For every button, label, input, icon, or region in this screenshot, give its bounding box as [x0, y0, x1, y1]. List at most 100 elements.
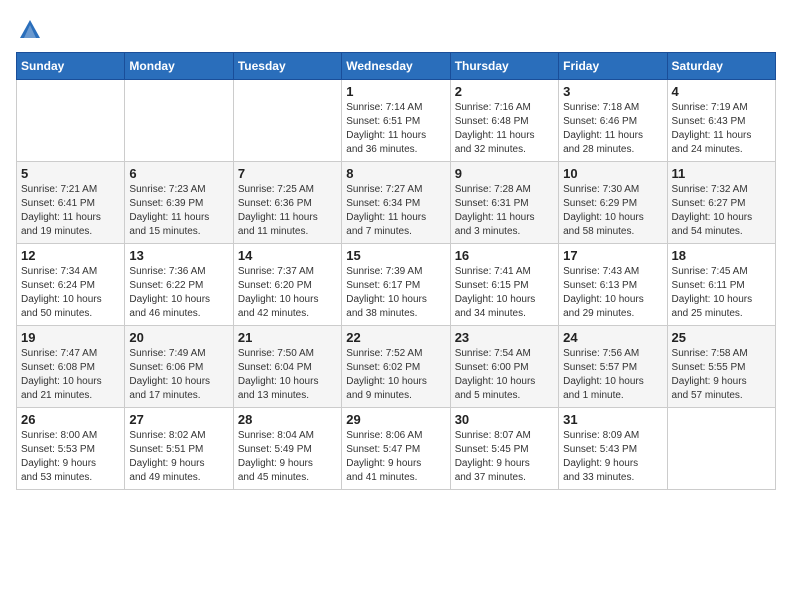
calendar-cell: 6 Sunrise: 7:23 AM Sunset: 6:39 PM Daylig… [125, 162, 233, 244]
day-info: Sunrise: 7:18 AM Sunset: 6:46 PM Dayligh… [563, 101, 662, 157]
calendar-cell: 17 Sunrise: 7:43 AM Sunset: 6:13 PM Dayli… [559, 244, 667, 326]
calendar-cell: 11 Sunrise: 7:32 AM Sunset: 6:27 PM Dayli… [667, 162, 775, 244]
calendar-cell: 5 Sunrise: 7:21 AM Sunset: 6:41 PM Daylig… [17, 162, 125, 244]
calendar-cell: 27 Sunrise: 8:02 AM Sunset: 5:51 PM Dayli… [125, 408, 233, 490]
calendar-cell: 30 Sunrise: 8:07 AM Sunset: 5:45 PM Dayli… [450, 408, 558, 490]
day-number: 1 [346, 84, 445, 99]
calendar-cell: 25 Sunrise: 7:58 AM Sunset: 5:55 PM Dayli… [667, 326, 775, 408]
calendar-cell: 20 Sunrise: 7:49 AM Sunset: 6:06 PM Dayli… [125, 326, 233, 408]
calendar-cell [17, 80, 125, 162]
day-number: 17 [563, 248, 662, 263]
day-number: 27 [129, 412, 228, 427]
logo-icon [16, 16, 44, 44]
day-info: Sunrise: 7:50 AM Sunset: 6:04 PM Dayligh… [238, 347, 337, 403]
day-info: Sunrise: 7:23 AM Sunset: 6:39 PM Dayligh… [129, 183, 228, 239]
day-info: Sunrise: 8:00 AM Sunset: 5:53 PM Dayligh… [21, 429, 120, 485]
day-number: 2 [455, 84, 554, 99]
calendar-cell: 16Sunrise: 7:41 AM Sunset: 6:15 PM Dayli… [450, 244, 558, 326]
day-info: Sunrise: 7:14 AM Sunset: 6:51 PM Dayligh… [346, 101, 445, 157]
calendar-cell: 31Sunrise: 8:09 AM Sunset: 5:43 PM Dayli… [559, 408, 667, 490]
day-info: Sunrise: 7:28 AM Sunset: 6:31 PM Dayligh… [455, 183, 554, 239]
calendar-cell: 4 Sunrise: 7:19 AM Sunset: 6:43 PM Daylig… [667, 80, 775, 162]
column-header-monday: Monday [125, 53, 233, 80]
calendar-cell: 2 Sunrise: 7:16 AM Sunset: 6:48 PM Daylig… [450, 80, 558, 162]
calendar-cell: 7 Sunrise: 7:25 AM Sunset: 6:36 PM Daylig… [233, 162, 341, 244]
calendar-cell: 10 Sunrise: 7:30 AM Sunset: 6:29 PM Dayli… [559, 162, 667, 244]
day-info: Sunrise: 7:39 AM Sunset: 6:17 PM Dayligh… [346, 265, 445, 321]
day-number: 29 [346, 412, 445, 427]
day-info: Sunrise: 7:30 AM Sunset: 6:29 PM Dayligh… [563, 183, 662, 239]
day-number: 4 [672, 84, 771, 99]
day-number: 9 [455, 166, 554, 181]
week-row-2: 5 Sunrise: 7:21 AM Sunset: 6:41 PM Daylig… [17, 162, 776, 244]
day-number: 15 [346, 248, 445, 263]
day-info: Sunrise: 7:32 AM Sunset: 6:27 PM Dayligh… [672, 183, 771, 239]
calendar-cell: 24 Sunrise: 7:56 AM Sunset: 5:57 PM Dayli… [559, 326, 667, 408]
day-number: 20 [129, 330, 228, 345]
day-number: 24 [563, 330, 662, 345]
day-info: Sunrise: 7:37 AM Sunset: 6:20 PM Dayligh… [238, 265, 337, 321]
day-info: Sunrise: 7:36 AM Sunset: 6:22 PM Dayligh… [129, 265, 228, 321]
column-header-thursday: Thursday [450, 53, 558, 80]
day-number: 16 [455, 248, 554, 263]
day-info: Sunrise: 7:16 AM Sunset: 6:48 PM Dayligh… [455, 101, 554, 157]
day-info: Sunrise: 7:58 AM Sunset: 5:55 PM Dayligh… [672, 347, 771, 403]
day-number: 19 [21, 330, 120, 345]
week-row-5: 26Sunrise: 8:00 AM Sunset: 5:53 PM Dayli… [17, 408, 776, 490]
calendar-cell [233, 80, 341, 162]
day-info: Sunrise: 7:43 AM Sunset: 6:13 PM Dayligh… [563, 265, 662, 321]
week-row-1: 1 Sunrise: 7:14 AM Sunset: 6:51 PM Daylig… [17, 80, 776, 162]
day-number: 10 [563, 166, 662, 181]
day-number: 7 [238, 166, 337, 181]
day-info: Sunrise: 7:19 AM Sunset: 6:43 PM Dayligh… [672, 101, 771, 157]
day-info: Sunrise: 7:27 AM Sunset: 6:34 PM Dayligh… [346, 183, 445, 239]
calendar-header-row: SundayMondayTuesdayWednesdayThursdayFrid… [17, 53, 776, 80]
calendar-cell [125, 80, 233, 162]
calendar-cell: 21Sunrise: 7:50 AM Sunset: 6:04 PM Dayli… [233, 326, 341, 408]
day-info: Sunrise: 7:47 AM Sunset: 6:08 PM Dayligh… [21, 347, 120, 403]
calendar-cell: 1 Sunrise: 7:14 AM Sunset: 6:51 PM Daylig… [342, 80, 450, 162]
day-number: 11 [672, 166, 771, 181]
day-info: Sunrise: 7:25 AM Sunset: 6:36 PM Dayligh… [238, 183, 337, 239]
day-number: 5 [21, 166, 120, 181]
week-row-4: 19 Sunrise: 7:47 AM Sunset: 6:08 PM Dayli… [17, 326, 776, 408]
week-row-3: 12Sunrise: 7:34 AM Sunset: 6:24 PM Dayli… [17, 244, 776, 326]
calendar-cell: 26Sunrise: 8:00 AM Sunset: 5:53 PM Dayli… [17, 408, 125, 490]
calendar-cell: 9 Sunrise: 7:28 AM Sunset: 6:31 PM Daylig… [450, 162, 558, 244]
calendar-cell [667, 408, 775, 490]
day-number: 12 [21, 248, 120, 263]
calendar-cell: 13 Sunrise: 7:36 AM Sunset: 6:22 PM Dayli… [125, 244, 233, 326]
column-header-tuesday: Tuesday [233, 53, 341, 80]
calendar-table: SundayMondayTuesdayWednesdayThursdayFrid… [16, 52, 776, 490]
day-number: 25 [672, 330, 771, 345]
column-header-sunday: Sunday [17, 53, 125, 80]
column-header-wednesday: Wednesday [342, 53, 450, 80]
page-header [16, 16, 776, 44]
calendar-cell: 29 Sunrise: 8:06 AM Sunset: 5:47 PM Dayli… [342, 408, 450, 490]
calendar-cell: 14 Sunrise: 7:37 AM Sunset: 6:20 PM Dayli… [233, 244, 341, 326]
calendar-cell: 28Sunrise: 8:04 AM Sunset: 5:49 PM Dayli… [233, 408, 341, 490]
day-info: Sunrise: 7:49 AM Sunset: 6:06 PM Dayligh… [129, 347, 228, 403]
calendar-cell: 22Sunrise: 7:52 AM Sunset: 6:02 PM Dayli… [342, 326, 450, 408]
day-number: 8 [346, 166, 445, 181]
calendar-cell: 23Sunrise: 7:54 AM Sunset: 6:00 PM Dayli… [450, 326, 558, 408]
day-info: Sunrise: 8:04 AM Sunset: 5:49 PM Dayligh… [238, 429, 337, 485]
day-number: 22 [346, 330, 445, 345]
day-number: 18 [672, 248, 771, 263]
day-info: Sunrise: 8:02 AM Sunset: 5:51 PM Dayligh… [129, 429, 228, 485]
day-number: 6 [129, 166, 228, 181]
day-number: 13 [129, 248, 228, 263]
day-info: Sunrise: 8:07 AM Sunset: 5:45 PM Dayligh… [455, 429, 554, 485]
day-number: 30 [455, 412, 554, 427]
day-info: Sunrise: 7:21 AM Sunset: 6:41 PM Dayligh… [21, 183, 120, 239]
day-info: Sunrise: 7:45 AM Sunset: 6:11 PM Dayligh… [672, 265, 771, 321]
column-header-saturday: Saturday [667, 53, 775, 80]
day-number: 14 [238, 248, 337, 263]
day-number: 3 [563, 84, 662, 99]
calendar-cell: 19 Sunrise: 7:47 AM Sunset: 6:08 PM Dayli… [17, 326, 125, 408]
day-number: 31 [563, 412, 662, 427]
column-header-friday: Friday [559, 53, 667, 80]
day-info: Sunrise: 7:56 AM Sunset: 5:57 PM Dayligh… [563, 347, 662, 403]
calendar-cell: 8 Sunrise: 7:27 AM Sunset: 6:34 PM Daylig… [342, 162, 450, 244]
day-info: Sunrise: 8:06 AM Sunset: 5:47 PM Dayligh… [346, 429, 445, 485]
